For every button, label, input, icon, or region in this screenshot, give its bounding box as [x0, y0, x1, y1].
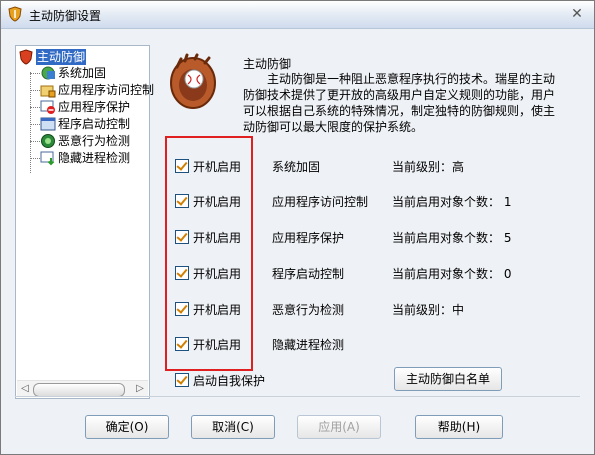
- tree-connector: [30, 158, 40, 159]
- client-area: 主动防御 系统加固 应用程序访问控制 应用程序保护 程序启动控制 恶意行为检测 …: [1, 29, 594, 454]
- feature-status: 当前启用对象个数： 5: [392, 231, 512, 245]
- feature-name: 应用程序访问控制: [272, 195, 369, 209]
- self-protect-label: 启动自我保护: [193, 374, 266, 388]
- tree-item-label: 系统加固: [58, 66, 107, 80]
- feature-name: 应用程序保护: [272, 231, 345, 245]
- window-title: 主动防御设置: [29, 9, 102, 23]
- checkbox[interactable]: [175, 230, 189, 244]
- checkbox[interactable]: [175, 159, 189, 173]
- checkbox-label: 开机启用: [193, 338, 242, 352]
- block-window-icon: [40, 100, 55, 114]
- help-button[interactable]: 帮助(H): [415, 415, 503, 439]
- tree-horizontal-scrollbar[interactable]: ◁ ▷: [17, 380, 148, 397]
- globe-icon: [41, 66, 55, 80]
- feature-tree[interactable]: 主动防御 系统加固 应用程序访问控制 应用程序保护 程序启动控制 恶意行为检测 …: [15, 45, 154, 399]
- download-window-icon: [40, 151, 55, 166]
- checkbox[interactable]: [175, 337, 189, 351]
- feature-status: 当前级别：高: [392, 160, 465, 174]
- program-window-icon: [40, 117, 56, 131]
- feature-name: 恶意行为检测: [272, 303, 345, 317]
- tree-item-label: 程序启动控制: [58, 117, 131, 131]
- settings-window: 主动防御设置 ✕ 主动防御 系统加固 应用程序访问控制 应用程序保护 程序启动控…: [0, 0, 595, 455]
- cancel-button[interactable]: 取消(C): [191, 415, 275, 439]
- checkbox[interactable]: [175, 302, 189, 316]
- tree-item-label: 应用程序保护: [58, 100, 131, 114]
- tree-item-label: 恶意行为检测: [58, 134, 131, 148]
- scan-icon: [41, 134, 55, 148]
- close-icon[interactable]: ✕: [568, 5, 586, 23]
- feature-name: 程序启动控制: [272, 267, 345, 281]
- whitelist-button[interactable]: 主动防御白名单: [394, 367, 502, 391]
- tree-root-label: 主动防御: [36, 49, 87, 65]
- checkbox[interactable]: [175, 266, 189, 280]
- checkbox-label: 开机启用: [193, 231, 242, 245]
- checkbox[interactable]: [175, 194, 189, 208]
- tree-item-label: 隐藏进程检测: [58, 151, 131, 165]
- intro-description: 主动防御是一种阻止恶意程序执行的技术。瑞星的主动防御技术提供了更开放的高级用户自…: [243, 72, 556, 134]
- checkbox-label: 开机启用: [193, 267, 242, 281]
- tree-connector: [30, 90, 40, 91]
- checkbox-label: 开机启用: [193, 303, 242, 317]
- checkbox-label: 开机启用: [193, 195, 242, 209]
- feature-status: 当前启用对象个数： 1: [392, 195, 512, 209]
- apply-button[interactable]: 应用(A): [297, 415, 381, 439]
- shield-icon: [8, 6, 22, 22]
- feature-status: 当前启用对象个数： 0: [392, 267, 512, 281]
- scroll-thumb[interactable]: [33, 383, 125, 397]
- tree-connector: [30, 107, 40, 108]
- folder-lock-icon: [40, 85, 56, 98]
- checkbox[interactable]: [175, 373, 189, 387]
- shield-icon: [19, 49, 33, 65]
- scroll-right-icon[interactable]: ▷: [134, 382, 146, 396]
- divider: [15, 396, 580, 397]
- tree-connector: [30, 124, 40, 125]
- feature-name: 隐藏进程检测: [272, 338, 345, 352]
- tree-connector: [30, 141, 40, 142]
- tree-item-label: 应用程序访问控制: [58, 83, 155, 97]
- tree-connector: [30, 73, 40, 74]
- ok-button[interactable]: 确定(O): [85, 415, 169, 439]
- scroll-left-icon[interactable]: ◁: [19, 382, 31, 396]
- feature-status: 当前级别：中: [392, 303, 465, 317]
- baseball-glove-icon: [170, 53, 216, 109]
- checkbox-label: 开机启用: [193, 160, 242, 174]
- title-bar[interactable]: 主动防御设置 ✕: [1, 1, 594, 29]
- feature-name: 系统加固: [272, 160, 321, 174]
- intro-title: 主动防御: [243, 57, 292, 71]
